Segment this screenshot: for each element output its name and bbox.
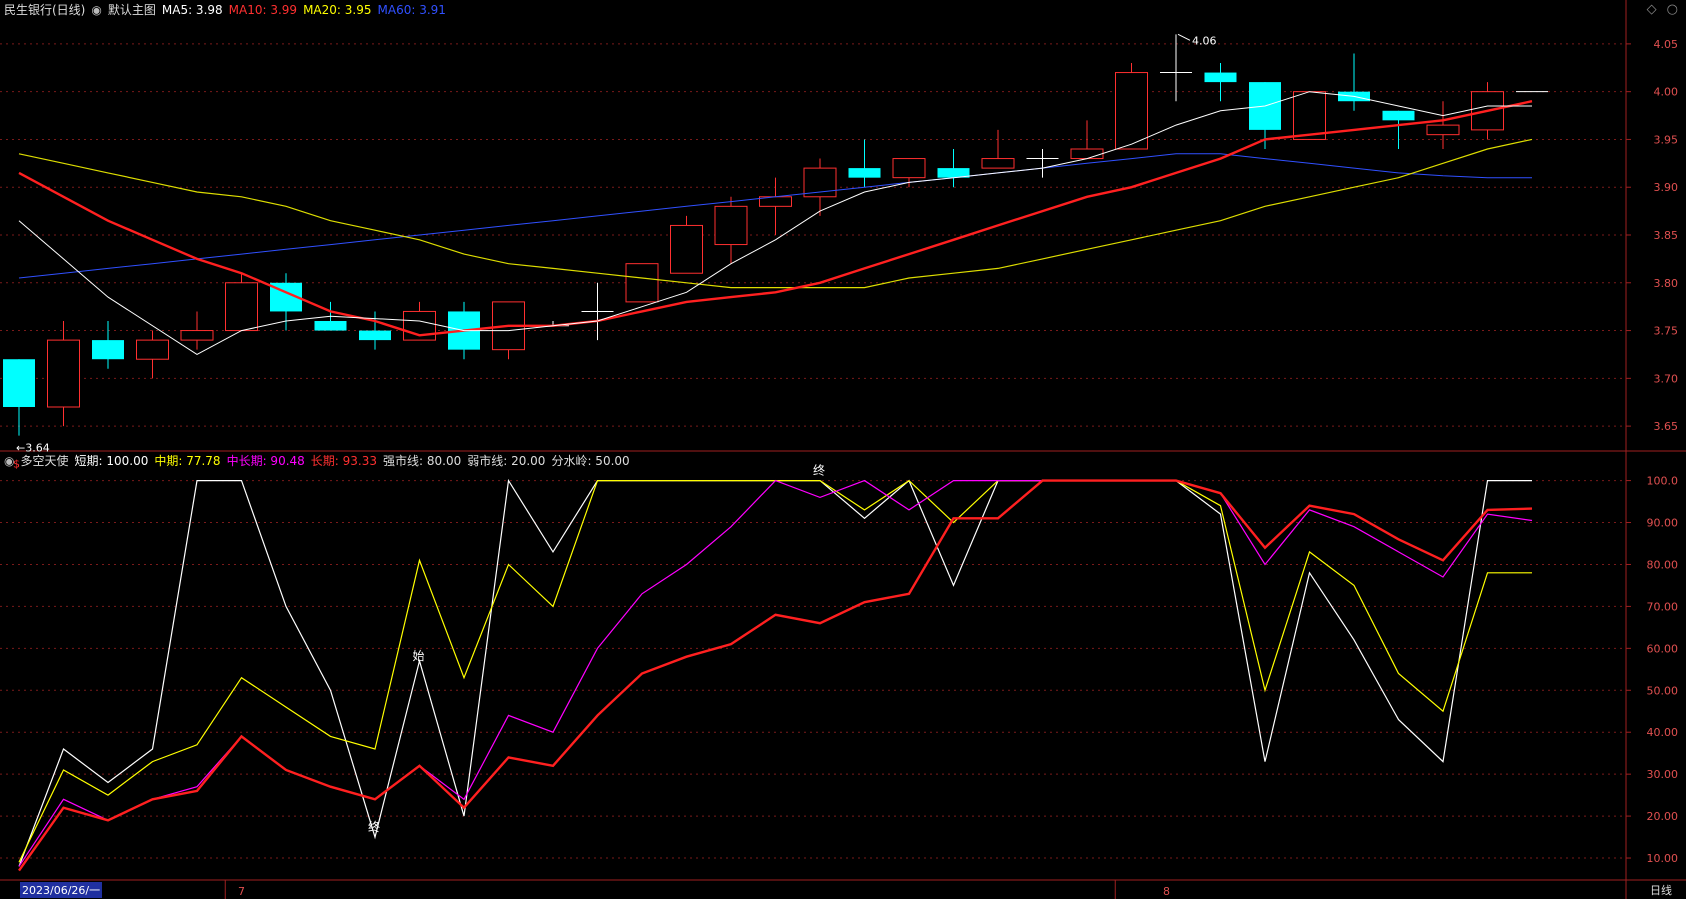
main-tick-label: 3.75 <box>1654 325 1679 338</box>
candle-body-down <box>3 359 35 407</box>
indicator-tick-label: 50.00 <box>1647 684 1679 697</box>
indicator-name[interactable]: 多空天使 <box>20 452 68 470</box>
indicator-tick-label: 40.00 <box>1647 726 1679 739</box>
candle-body-down <box>1204 72 1237 83</box>
indicator-tick-label: 90.00 <box>1647 517 1679 530</box>
main-tick-label: 4.05 <box>1654 38 1679 51</box>
indicator-line-short <box>18 478 1532 867</box>
candle-body-up <box>1115 72 1148 150</box>
candle-body-up <box>136 339 169 360</box>
indicator-line-long <box>18 479 1533 872</box>
candle-body-up <box>1293 91 1326 140</box>
indicator-line-midlong <box>18 479 1533 867</box>
candle-body-up <box>1070 148 1104 160</box>
indicator-weak-label: 弱市线: 20.00 <box>467 454 546 468</box>
main-tick-label: 3.85 <box>1654 229 1679 242</box>
main-chart-header: 民生银行(日线) ◉ 默认主图 MA5: 3.98 MA10: 3.99 MA2… <box>4 1 446 19</box>
indicator-divide-label: 分水岭: 50.00 <box>551 454 630 468</box>
template-label[interactable]: 默认主图 <box>108 1 156 19</box>
candle-body-up <box>180 330 214 341</box>
main-tick-label: 3.70 <box>1654 372 1679 385</box>
indicator-annotation: 终 <box>813 463 825 478</box>
indicator-tick-label: 60.00 <box>1647 642 1679 655</box>
candle-body-down <box>314 321 347 331</box>
main-tick-label: 3.80 <box>1654 277 1679 290</box>
window-controls: ◇ ○ <box>1647 2 1678 17</box>
ma5-label: MA5: 3.98 <box>161 3 223 17</box>
indicator-tick-label: 20.00 <box>1647 810 1679 823</box>
period-label[interactable]: 日线 <box>1650 882 1672 898</box>
candle-body-down <box>359 330 391 341</box>
main-tick-label: 3.95 <box>1654 133 1679 146</box>
candle-body-down <box>848 168 881 178</box>
candle-body-up <box>47 339 80 408</box>
diamond-icon[interactable]: ◇ <box>1647 2 1657 17</box>
candle-body-down <box>92 340 124 360</box>
ma20-label: MA20: 3.95 <box>303 3 372 17</box>
candle-body-up <box>892 158 926 179</box>
stock-title[interactable]: 民生银行(日线) <box>4 1 85 19</box>
indicator-tick-label: 70.00 <box>1647 600 1679 613</box>
chart-canvas: 4.05 4.00 3.95 3.90 3.85 3.80 3.75 3.70 3.65 100.… <box>0 0 1686 899</box>
indicator-annotation: 始 <box>413 649 425 663</box>
date-start[interactable]: 2023/06/26/一 <box>20 882 103 898</box>
date-month-8: 8 <box>1163 885 1170 898</box>
ma10-label: MA10: 3.99 <box>228 3 298 17</box>
high-marker-arrow <box>1177 33 1191 41</box>
indicator-annotation: 终 <box>368 819 380 834</box>
main-tick-label: 3.90 <box>1654 181 1679 194</box>
indicator-midlong-label: 中长期: 90.48 <box>226 454 305 468</box>
candle-body-up <box>225 282 258 332</box>
indicator-short-label: 短期: 100.00 <box>74 454 149 468</box>
circle-icon[interactable]: ○ <box>1667 2 1678 17</box>
indicator-tick-label: 100.0 <box>1647 475 1679 488</box>
indicator-tick-label: 80.00 <box>1647 558 1679 571</box>
candle-body-up <box>1426 124 1460 136</box>
candle-body-down <box>1382 110 1415 121</box>
indicator-long-label: 长期: 93.33 <box>310 454 378 468</box>
indicator-mid-label: 中期: 77.78 <box>154 454 221 468</box>
candle-body-up <box>625 263 659 303</box>
main-tick-label: 4.00 <box>1654 86 1679 99</box>
candle-body-up <box>670 224 703 274</box>
indicator-dropdown-icon[interactable]: ◉ <box>4 452 14 470</box>
candle-body-up <box>981 158 1015 169</box>
date-month-7: 7 <box>238 885 245 898</box>
indicator-line-mid <box>18 479 1532 863</box>
indicator-header: ◉ 多空天使 短期: 100.00 中期: 77.78 中长期: 90.48 长… <box>4 452 630 470</box>
indicator-tick-label: 30.00 <box>1647 768 1679 781</box>
indicator-tick-label: 10.00 <box>1647 852 1679 865</box>
candle-body-up <box>714 205 748 246</box>
indicator-strong-label: 强市线: 80.00 <box>383 454 462 468</box>
template-dropdown-icon[interactable]: ◉ <box>91 1 101 19</box>
ma60-label: MA60: 3.91 <box>377 3 446 17</box>
main-tick-label: 3.65 <box>1654 420 1679 433</box>
high-price-label: 4.06 <box>1192 34 1217 47</box>
